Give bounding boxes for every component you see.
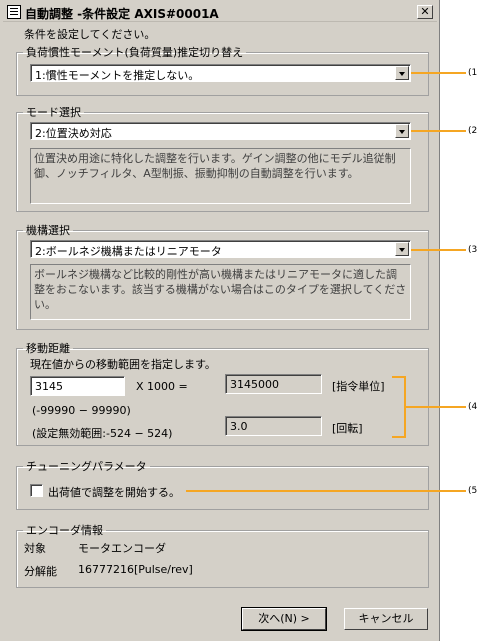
- load-inertia-select[interactable]: 1:慣性モーメントを推定しない。: [30, 64, 411, 82]
- start-with-defaults-label[interactable]: 出荷値で調整を開始する。: [48, 484, 180, 500]
- rotation-field: 3.0: [225, 416, 322, 436]
- title-bar[interactable]: 自動調整 -条件設定 AXIS#0001A ✕: [3, 3, 437, 22]
- callout-label-3: (3): [468, 245, 478, 255]
- tuning-group-label: チューニングパラメータ: [26, 460, 147, 473]
- mechanism-select[interactable]: 2:ボールネジ機構またはリニアモータ: [30, 240, 411, 258]
- callout-bracket-4: [392, 376, 406, 438]
- chevron-down-icon[interactable]: [395, 242, 409, 256]
- load-inertia-selected: 1:慣性モーメントを推定しない。: [35, 69, 200, 82]
- mechanism-group-label: 機構選択: [26, 224, 70, 237]
- encoder-group-label: エンコーダ情報: [26, 524, 103, 537]
- callout-line-1: [411, 72, 466, 74]
- callout-label-2: (2): [468, 126, 478, 136]
- callout-line-3: [411, 249, 466, 251]
- chevron-down-icon[interactable]: [395, 124, 409, 138]
- travel-distance-input[interactable]: 3145: [30, 376, 125, 396]
- rotation-unit: [回転]: [332, 422, 363, 435]
- window-title: 自動調整 -条件設定 AXIS#0001A: [25, 7, 219, 21]
- travel-distance-value: 3145: [35, 380, 63, 393]
- intro-text: 条件を設定してください。: [24, 28, 156, 41]
- travel-invalid-range: (設定無効範囲:-524 − 524): [32, 427, 173, 440]
- travel-group-label: 移動距離: [26, 342, 70, 355]
- encoder-resolution-value: 16777216[Pulse/rev]: [78, 563, 193, 576]
- callout-label-5: (5): [468, 486, 478, 496]
- rotation-value: 3.0: [230, 420, 248, 433]
- mode-select[interactable]: 2:位置決め対応: [30, 122, 411, 140]
- travel-range: (-99990 − 99990): [32, 404, 131, 417]
- callout-line-2: [411, 130, 466, 132]
- chevron-down-icon[interactable]: [395, 66, 409, 80]
- start-with-defaults-checkbox[interactable]: [30, 484, 43, 497]
- encoder-target-value: モータエンコーダ: [78, 542, 166, 555]
- callout-line-5: [186, 490, 466, 492]
- travel-multiplier: X 1000 =: [136, 380, 188, 393]
- mode-selected: 2:位置決め対応: [35, 127, 112, 140]
- encoder-resolution-label: 分解能: [24, 565, 57, 578]
- travel-instruction: 現在値からの移動範囲を指定します。: [30, 358, 216, 371]
- dialog-window: 自動調整 -条件設定 AXIS#0001A ✕ 条件を設定してください。 負荷慣…: [0, 0, 440, 641]
- close-button[interactable]: ✕: [417, 5, 433, 19]
- cancel-button[interactable]: キャンセル: [344, 608, 428, 630]
- callout-line-4: [406, 406, 466, 408]
- travel-result-field: 3145000: [225, 374, 322, 394]
- mode-description: 位置決め用途に特化した調整を行います。ゲイン調整の他にモデル追従制御、ノッチフィ…: [30, 148, 411, 204]
- app-icon: [7, 5, 21, 19]
- close-icon: ✕: [420, 5, 430, 18]
- callout-label-1: (1): [468, 68, 478, 78]
- callout-label-4: (4): [468, 402, 478, 412]
- travel-result-unit: [指令単位]: [332, 380, 385, 393]
- next-button[interactable]: 次へ(N) >: [241, 607, 327, 631]
- mode-group-label: モード選択: [26, 106, 81, 119]
- mechanism-selected: 2:ボールネジ機構またはリニアモータ: [35, 245, 222, 258]
- load-inertia-group-label: 負荷慣性モーメント(負荷質量)推定切り替え: [26, 46, 244, 59]
- encoder-target-label: 対象: [24, 542, 46, 555]
- mechanism-description: ボールネジ機構など比較的剛性が高い機構またはリニアモータに適した調整をおこないま…: [30, 264, 411, 320]
- travel-result-value: 3145000: [230, 378, 279, 391]
